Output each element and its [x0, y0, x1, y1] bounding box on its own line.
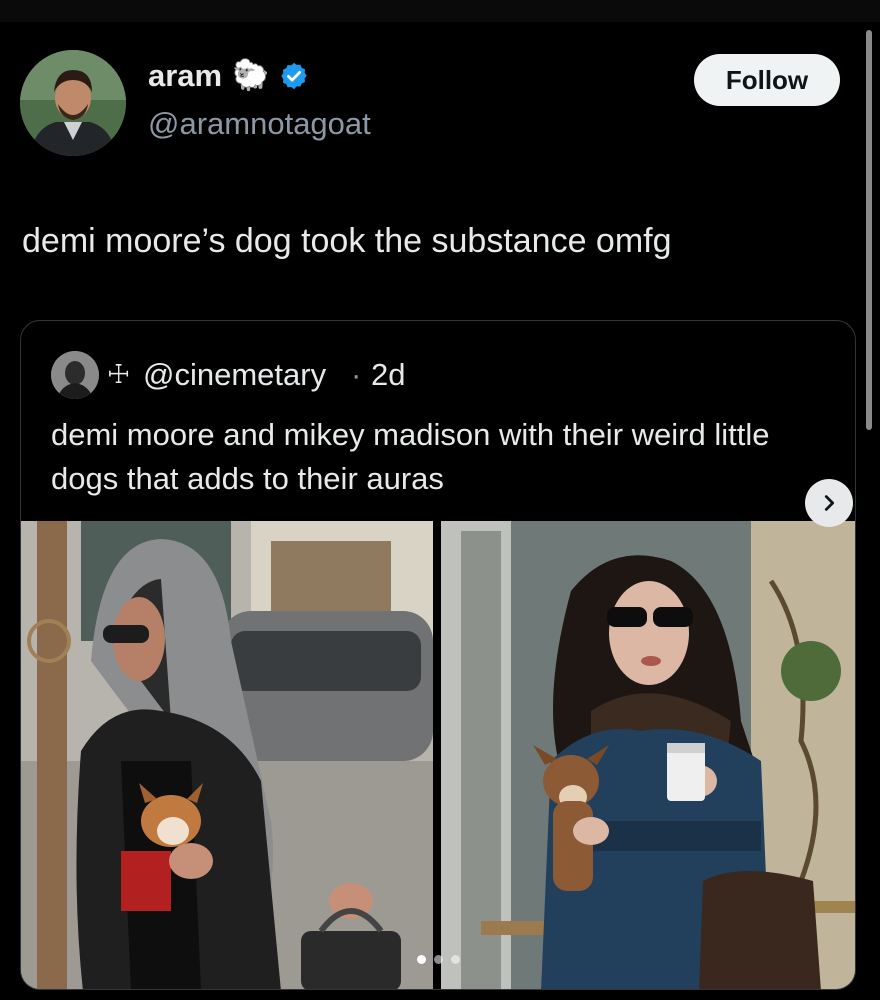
photo-pager: [417, 955, 460, 964]
quoted-timestamp: 2d: [371, 357, 406, 392]
quoted-photo-left[interactable]: [21, 521, 433, 989]
scrollbar[interactable]: [866, 30, 872, 430]
pager-dot[interactable]: [434, 955, 443, 964]
verified-badge-icon: [281, 62, 308, 90]
chevron-right-icon: [824, 495, 835, 511]
sheep-emoji: 🐑: [232, 59, 270, 92]
quoted-photo-right[interactable]: [441, 521, 855, 989]
quoted-tweet[interactable]: ☩ @cinemetary · 2d demi moore and mikey …: [20, 320, 856, 990]
author-name-row: aram 🐑: [148, 58, 309, 94]
pager-dot[interactable]: [451, 955, 460, 964]
top-strip: [0, 0, 880, 22]
author-avatar[interactable]: [20, 50, 126, 156]
author-handle[interactable]: @aramnotagoat: [148, 106, 371, 142]
next-photo-button[interactable]: [805, 479, 853, 527]
tweet-text: demi moore’s dog took the substance omfg: [22, 222, 672, 260]
pager-dot[interactable]: [417, 955, 426, 964]
follow-button[interactable]: Follow: [694, 54, 840, 106]
cross-symbol: ☩: [107, 359, 131, 389]
quoted-text: demi moore and mikey madison with their …: [51, 417, 770, 496]
separator-dot: ·: [351, 357, 362, 392]
author-display-name[interactable]: aram: [148, 58, 222, 94]
quoted-author-avatar[interactable]: [51, 351, 99, 399]
quoted-handle[interactable]: @cinemetary: [143, 357, 326, 393]
